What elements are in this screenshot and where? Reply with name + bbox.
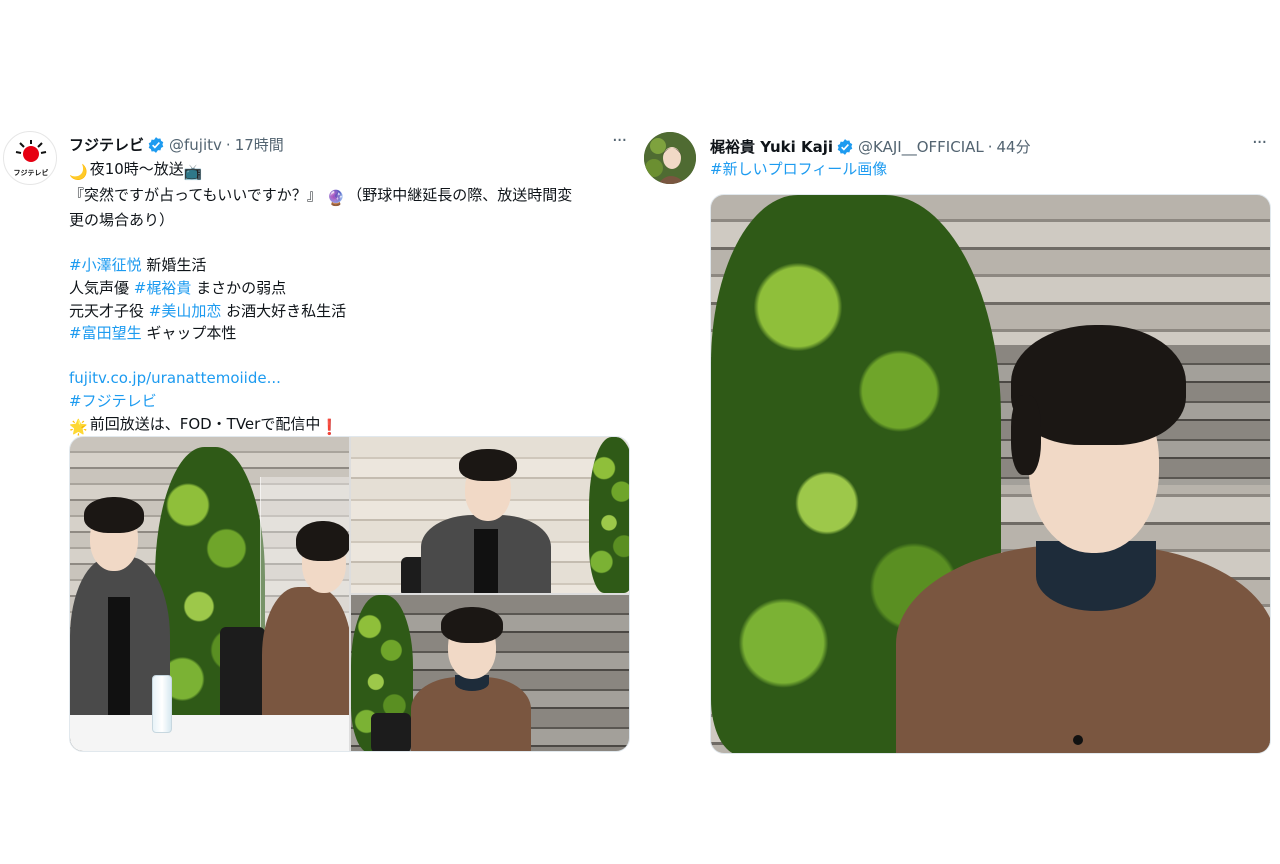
hashtag-link[interactable]: #富田望生 (69, 324, 142, 342)
water-bottle (152, 675, 172, 733)
fujitv-avatar[interactable]: フジテレビ (3, 131, 57, 185)
tweet-header: 梶裕貴 Yuki Kaji @KAJI__OFFICIAL · 44分 (710, 136, 1031, 157)
media-photo-3[interactable] (351, 595, 629, 751)
verified-badge-icon (148, 136, 164, 153)
text-line: 🌙 夜10時〜放送📺 (69, 158, 629, 184)
separator: · (987, 137, 993, 156)
crescent-moon-emoji: 🌙 (69, 163, 88, 181)
text-line: #フジテレビ (69, 390, 629, 413)
tweet-fujitv[interactable]: フジテレビ フジテレビ @fujitv · 17時間 ··· 🌙 夜10時〜放送📺… (0, 128, 640, 768)
text-segment: （野球中継延長の際、放送時間変 (347, 185, 573, 204)
display-name[interactable]: フジテレビ (69, 134, 144, 155)
chair (371, 713, 411, 751)
text-line: 人気声優 #梶裕貴 まさかの弱点 (69, 277, 629, 300)
text-segment: ギャップ本性 (141, 324, 237, 343)
star-emoji: 🌟 (69, 417, 88, 436)
text-segment: 更の場合あり） (69, 211, 175, 230)
profile-photo[interactable] (711, 195, 1270, 753)
text-segment: 前回放送は、FOD・TVerで配信中 (89, 414, 321, 433)
hashtag-link[interactable]: #美山加恋 (149, 302, 222, 320)
timestamp[interactable]: 44分 (997, 136, 1031, 157)
text-line: 『突然ですが占ってもいいですか？』 🔮 （野球中継延長の際、放送時間変 (69, 184, 629, 210)
text-line: 🌟 前回放送は、FOD・TVerで配信中❗ (69, 413, 629, 439)
tweet-yuki-kaji[interactable]: 梶裕貴 Yuki Kaji @KAJI__OFFICIAL · 44分 ··· … (640, 128, 1280, 768)
hashtag-link[interactable]: #新しいプロフィール画像 (710, 160, 887, 178)
fujitv-logo: フジテレビ (14, 140, 49, 177)
avatar-logo-text: フジテレビ (14, 168, 49, 177)
hashtag-link[interactable]: #小澤征悦 (69, 256, 142, 274)
plant (589, 437, 629, 593)
url-link[interactable]: fujitv.co.jp/uranattemoiide... (69, 369, 281, 387)
text-segment: 夜10時〜放送 (89, 160, 184, 178)
more-options-icon[interactable]: ··· (612, 130, 627, 151)
text-line: 元天才子役 #美山加恋 お酒大好き私生活 (69, 300, 629, 323)
verified-badge-icon (837, 138, 853, 155)
text-segment: お酒大好き私生活 (221, 301, 347, 320)
timestamp[interactable]: 17時間 (235, 134, 284, 155)
hashtag-link[interactable]: #梶裕貴 (134, 279, 192, 297)
user-handle[interactable]: @fujitv (169, 136, 222, 154)
hashtag-link[interactable]: #フジテレビ (69, 392, 157, 410)
tweet-text: #新しいプロフィール画像 (710, 158, 1270, 181)
tweet-media-grid[interactable] (69, 436, 630, 752)
text-segment: 元天才子役 (69, 301, 149, 320)
media-photo-2[interactable] (351, 437, 629, 593)
display-name[interactable]: 梶裕貴 Yuki Kaji (710, 136, 833, 157)
text-line: fujitv.co.jp/uranattemoiide... (69, 367, 629, 390)
table (70, 715, 349, 751)
text-segment: まさかの弱点 (191, 278, 287, 297)
text-line: 更の場合あり） (69, 209, 629, 232)
tweet-media-photo[interactable] (710, 194, 1271, 754)
media-photo-1[interactable] (70, 437, 349, 751)
tweet-header: フジテレビ @fujitv · 17時間 (69, 134, 284, 155)
user-handle[interactable]: @KAJI__OFFICIAL (858, 138, 984, 156)
television-emoji: 📺 (183, 163, 203, 181)
text-line: #新しいプロフィール画像 (710, 158, 1270, 181)
tweet-text: 🌙 夜10時〜放送📺 『突然ですが占ってもいいですか？』 🔮 （野球中継延長の際、放… (69, 158, 629, 438)
yuki-kaji-avatar[interactable] (644, 132, 696, 184)
avatar-photo (644, 132, 696, 184)
separator: · (225, 135, 231, 154)
more-options-icon[interactable]: ··· (1252, 132, 1267, 153)
crystal-ball-emoji: 🔮 (326, 188, 346, 207)
exclamation-emoji: ❗ (320, 417, 340, 436)
text-segment: 新婚生活 (141, 256, 207, 275)
text-segment: 人気声優 (69, 278, 134, 297)
text-line: #小澤征悦 新婚生活 (69, 254, 629, 277)
text-segment: 『突然ですが占ってもいいですか？』 (69, 185, 322, 204)
text-line: #富田望生 ギャップ本性 (69, 322, 629, 345)
